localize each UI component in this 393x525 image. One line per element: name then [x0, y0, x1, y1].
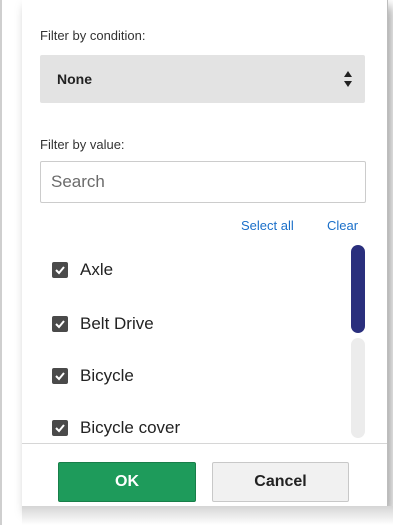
checkbox-checked-icon[interactable]	[52, 262, 68, 278]
list-item-belt-drive[interactable]: Belt Drive	[52, 312, 154, 336]
filter-by-value-label: Filter by value:	[40, 137, 125, 152]
list-item-label: Bicycle	[80, 366, 134, 385]
scrollbar-track-lower	[351, 338, 365, 438]
filter-dialog-frame: Filter by condition: None Filter by valu…	[0, 0, 393, 525]
left-edge	[0, 0, 2, 525]
checkbox-checked-icon[interactable]	[52, 316, 68, 332]
footer-divider	[22, 443, 387, 444]
value-list: Axle Belt Drive Bicycle Bicycle cover	[40, 244, 372, 440]
list-item-bicycle[interactable]: Bicycle	[52, 364, 134, 388]
checkbox-checked-icon[interactable]	[52, 368, 68, 384]
select-all-link[interactable]: Select all	[241, 218, 294, 233]
search-input[interactable]	[40, 161, 366, 203]
condition-select-value: None	[57, 71, 92, 87]
list-item-label: Bicycle cover	[80, 418, 181, 437]
list-item-label: Axle	[80, 260, 114, 279]
condition-select[interactable]: None	[40, 55, 365, 103]
list-item-label: Belt Drive	[80, 314, 154, 333]
scrollbar-thumb[interactable]	[351, 245, 365, 333]
select-arrows-icon	[344, 71, 352, 87]
clear-link[interactable]: Clear	[327, 218, 358, 233]
list-item-axle[interactable]: Axle	[52, 258, 113, 282]
panel-shadow	[22, 506, 393, 525]
ok-button[interactable]: OK	[58, 462, 196, 502]
checkbox-checked-icon[interactable]	[52, 420, 68, 436]
list-item-bicycle-cover[interactable]: Bicycle cover	[52, 416, 180, 440]
filter-by-condition-label: Filter by condition:	[40, 28, 146, 43]
cancel-button[interactable]: Cancel	[212, 462, 349, 502]
